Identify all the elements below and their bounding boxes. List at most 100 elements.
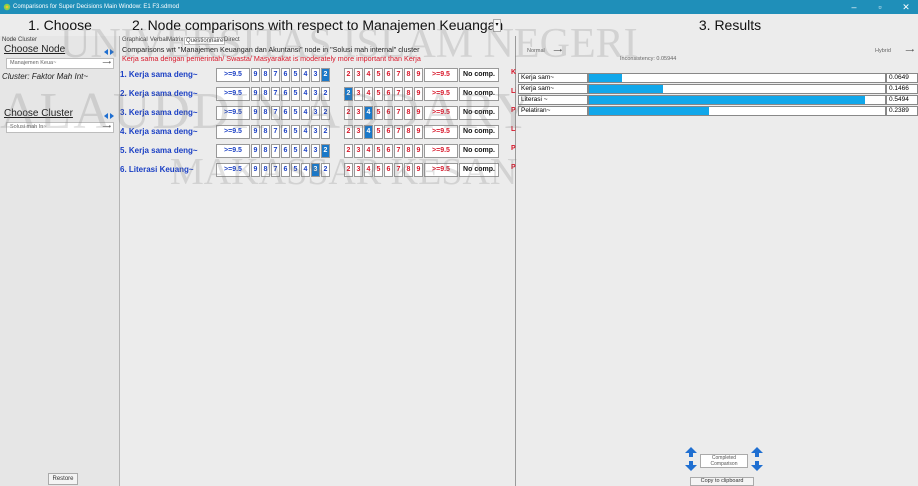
scale-cell-left[interactable]: 9 <box>251 163 260 177</box>
scale-cell-right[interactable]: 9 <box>414 163 423 177</box>
scale-cell-left[interactable]: 8 <box>261 163 270 177</box>
scale-cell-left[interactable]: 2 <box>321 87 330 101</box>
scale-equal-cell[interactable] <box>331 68 343 82</box>
scale-cell-right[interactable]: 9 <box>414 125 423 139</box>
scale-cell-right[interactable]: 2 <box>344 125 353 139</box>
scale-cell-right[interactable]: >=9.5 <box>424 125 458 139</box>
scale-cell-left[interactable]: 6 <box>281 87 290 101</box>
scale-cell-left[interactable]: 8 <box>261 68 270 82</box>
no-comparison-button[interactable]: No comp. <box>459 125 499 139</box>
scale-cell-right[interactable]: 3 <box>354 106 363 120</box>
scale-cell-left[interactable]: 4 <box>301 163 310 177</box>
scale-cell-right[interactable]: 4 <box>364 163 373 177</box>
maximize-button[interactable]: ▫ <box>868 0 892 14</box>
scale-cell-left[interactable]: >=9.5 <box>216 125 250 139</box>
scale-cell-left[interactable]: 7 <box>271 68 280 82</box>
scale-cell-right[interactable]: 5 <box>374 125 383 139</box>
scale-cell-right[interactable]: 5 <box>374 144 383 158</box>
scale-cell-right[interactable]: 7 <box>394 106 403 120</box>
no-comparison-button[interactable]: No comp. <box>459 87 499 101</box>
scale-cell-right[interactable]: 5 <box>374 68 383 82</box>
scale-cell-right[interactable]: 4 <box>364 125 373 139</box>
scale-cell-right[interactable]: 3 <box>354 144 363 158</box>
scale-cell-left[interactable]: 7 <box>271 125 280 139</box>
scale-cell-left[interactable]: 4 <box>301 144 310 158</box>
scale-equal-cell[interactable] <box>331 163 343 177</box>
scale-cell-left[interactable]: 6 <box>281 106 290 120</box>
scale-cell-right[interactable]: 4 <box>364 87 373 101</box>
scale-cell-left[interactable]: >=9.5 <box>216 144 250 158</box>
scale-cell-right[interactable]: 7 <box>394 125 403 139</box>
no-comparison-button[interactable]: No comp. <box>459 106 499 120</box>
scale-cell-left[interactable]: 3 <box>311 68 320 82</box>
completed-comparison-group[interactable]: Completed Comparison <box>684 446 764 474</box>
arrow-up-right-icon[interactable] <box>750 446 764 458</box>
scale-cell-left[interactable]: 3 <box>311 87 320 101</box>
scale-cell-left[interactable]: 4 <box>301 68 310 82</box>
scale-cell-right[interactable]: 6 <box>384 87 393 101</box>
panel-title-dropdown[interactable]: ▾ <box>493 19 501 32</box>
mode-verbal[interactable]: Verbal <box>150 37 167 43</box>
scale-cell-right[interactable]: 6 <box>384 144 393 158</box>
scale-cell-left[interactable]: 7 <box>271 87 280 101</box>
scale-equal-cell[interactable] <box>331 125 343 139</box>
scale-cell-left[interactable]: 2 <box>321 125 330 139</box>
scale-cell-left[interactable]: 9 <box>251 68 260 82</box>
scale-cell-right[interactable]: 8 <box>404 144 413 158</box>
scale-cell-left[interactable]: 4 <box>301 106 310 120</box>
scale-cell-left[interactable]: 6 <box>281 144 290 158</box>
scale-cell-left[interactable]: 4 <box>301 87 310 101</box>
scale-cell-right[interactable]: 9 <box>414 68 423 82</box>
mode-graphical[interactable]: Graphical <box>122 37 148 43</box>
scale-cell-left[interactable]: 7 <box>271 144 280 158</box>
scale-cell-left[interactable]: 2 <box>321 163 330 177</box>
scale-cell-left[interactable]: 5 <box>291 106 300 120</box>
arrow-up-left-icon[interactable] <box>684 446 698 458</box>
scale-cell-right[interactable]: 2 <box>344 144 353 158</box>
scale-cell-left[interactable]: 5 <box>291 68 300 82</box>
scale-cell-right[interactable]: 7 <box>394 87 403 101</box>
scale-cell-left[interactable]: 4 <box>301 125 310 139</box>
cluster-select[interactable]: Solusi mah In~ ⟶ <box>6 122 114 133</box>
scale-cell-right[interactable]: 6 <box>384 163 393 177</box>
scale-cell-left[interactable]: >=9.5 <box>216 68 250 82</box>
scale-cell-left[interactable]: 2 <box>321 106 330 120</box>
scale-cell-right[interactable]: 7 <box>394 163 403 177</box>
scale-cell-right[interactable]: 4 <box>364 106 373 120</box>
node-nav-arrows-icon[interactable] <box>102 47 116 57</box>
scale-cell-right[interactable]: 5 <box>374 87 383 101</box>
close-button[interactable]: ✕ <box>894 0 918 14</box>
scale-cell-left[interactable]: 6 <box>281 163 290 177</box>
mode-matrix[interactable]: Matrix <box>167 37 183 43</box>
scale-equal-cell[interactable] <box>331 87 343 101</box>
scale-cell-left[interactable]: 7 <box>271 106 280 120</box>
scale-cell-left[interactable]: 9 <box>251 125 260 139</box>
scale-cell-left[interactable]: 6 <box>281 125 290 139</box>
choose-cluster-link[interactable]: Choose Cluster <box>4 108 73 119</box>
scale-cell-right[interactable]: 8 <box>404 87 413 101</box>
scale-cell-right[interactable]: >=9.5 <box>424 87 458 101</box>
scale-cell-right[interactable]: 5 <box>374 163 383 177</box>
scale-cell-left[interactable]: 8 <box>261 144 270 158</box>
minimize-button[interactable]: – <box>842 0 866 14</box>
scale-cell-right[interactable]: 2 <box>344 163 353 177</box>
scale-cell-left[interactable]: 6 <box>281 68 290 82</box>
scale-equal-cell[interactable] <box>331 106 343 120</box>
scale-cell-left[interactable]: >=9.5 <box>216 163 250 177</box>
arrow-down-left-icon[interactable] <box>684 460 698 472</box>
scale-cell-right[interactable]: 3 <box>354 87 363 101</box>
scale-cell-right[interactable]: 9 <box>414 87 423 101</box>
scale-cell-left[interactable]: 7 <box>271 163 280 177</box>
scale-cell-right[interactable]: >=9.5 <box>424 163 458 177</box>
scale-cell-right[interactable]: 5 <box>374 106 383 120</box>
scale-cell-left[interactable]: >=9.5 <box>216 87 250 101</box>
scale-cell-left[interactable]: 9 <box>251 106 260 120</box>
normal-select[interactable]: Normal ⟶ <box>524 47 564 58</box>
scale-cell-left[interactable]: 5 <box>291 125 300 139</box>
scale-cell-right[interactable]: 6 <box>384 68 393 82</box>
hybrid-select[interactable]: Hybrid ⟶ <box>872 47 916 58</box>
tab-node[interactable]: Node <box>2 37 16 43</box>
scale-cell-right[interactable]: 9 <box>414 144 423 158</box>
scale-cell-left[interactable]: 3 <box>311 106 320 120</box>
scale-cell-right[interactable]: 2 <box>344 106 353 120</box>
